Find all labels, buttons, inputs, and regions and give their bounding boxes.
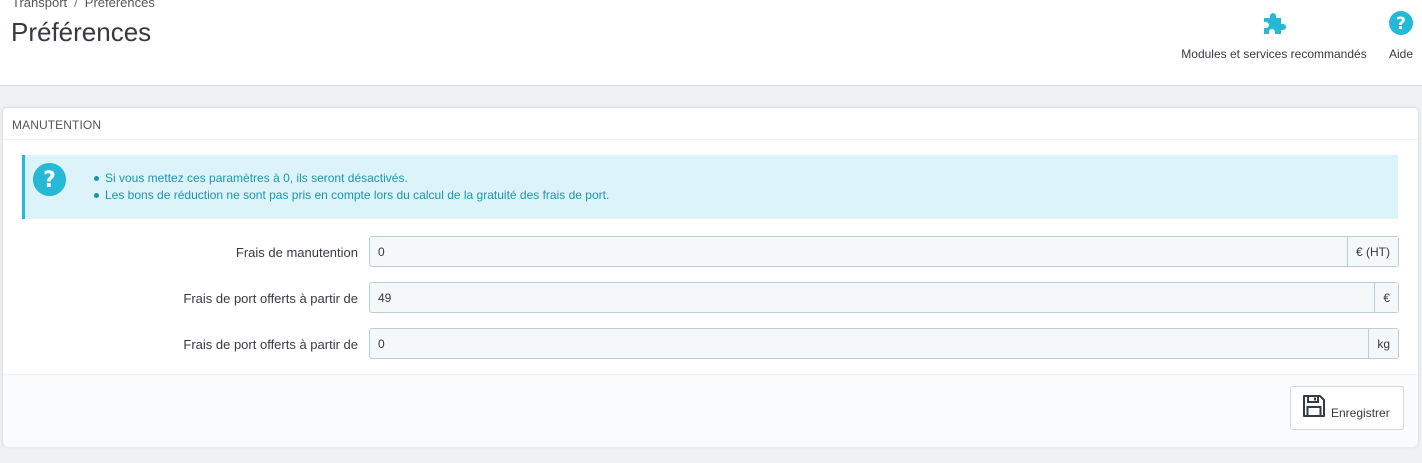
info-alert: ? Si vous mettez ces paramètres à 0, ils…	[22, 155, 1398, 219]
form-row-free-shipping-price: Frais de port offerts à partir de €	[3, 282, 1420, 313]
handling-panel: MANUTENTION ? Si vous mettez ces paramèt…	[2, 107, 1419, 447]
panel-footer: Enregistrer	[3, 374, 1418, 447]
breadcrumb: Transport / Préférences	[12, 0, 155, 10]
breadcrumb-item-transport[interactable]: Transport	[12, 0, 67, 10]
free-shipping-price-unit: €	[1374, 283, 1398, 312]
recommended-modules-label: Modules et services recommandés	[1181, 47, 1367, 61]
breadcrumb-item-current: Préférences	[84, 0, 155, 10]
floppy-disk-icon	[1303, 395, 1325, 417]
help-label: Aide	[1388, 47, 1414, 61]
panel-heading: MANUTENTION	[3, 108, 1418, 140]
save-button-label: Enregistrer	[1331, 406, 1390, 420]
handling-fee-unit: € (HT)	[1347, 237, 1398, 266]
alert-list: Si vous mettez ces paramètres à 0, ils s…	[93, 170, 610, 204]
breadcrumb-separator: /	[74, 0, 78, 10]
question-circle-icon: ?	[33, 163, 66, 196]
svg-text:?: ?	[43, 168, 56, 193]
recommended-modules-button[interactable]: Modules et services recommandés	[1177, 8, 1371, 68]
free-shipping-weight-input-group: kg	[369, 328, 1399, 359]
puzzle-icon	[1260, 8, 1288, 38]
free-shipping-price-input-group: €	[369, 282, 1399, 313]
free-shipping-weight-label: Frais de port offerts à partir de	[183, 337, 358, 352]
handling-fee-input-group: € (HT)	[369, 236, 1399, 267]
alert-item: Les bons de réduction ne sont pas pris e…	[93, 188, 610, 202]
svg-text:?: ?	[1396, 14, 1406, 34]
handling-fee-input[interactable]	[370, 237, 1347, 266]
handling-fee-label: Frais de manutention	[235, 245, 358, 260]
free-shipping-price-label: Frais de port offerts à partir de	[183, 291, 358, 306]
save-button[interactable]: Enregistrer	[1290, 386, 1404, 430]
alert-item: Si vous mettez ces paramètres à 0, ils s…	[93, 170, 609, 187]
free-shipping-weight-unit: kg	[1368, 329, 1398, 358]
help-button[interactable]: ? Aide	[1384, 8, 1418, 68]
question-circle-icon: ?	[1388, 8, 1414, 38]
page-title: Préférences	[11, 17, 152, 47]
free-shipping-weight-input[interactable]	[370, 329, 1369, 358]
page-header: Transport / Préférences Préférences Module…	[0, 0, 1422, 86]
free-shipping-price-input[interactable]	[370, 283, 1375, 312]
form-row-free-shipping-weight: Frais de port offerts à partir de kg	[3, 328, 1420, 359]
form-row-handling-fee: Frais de manutention € (HT)	[3, 236, 1420, 267]
